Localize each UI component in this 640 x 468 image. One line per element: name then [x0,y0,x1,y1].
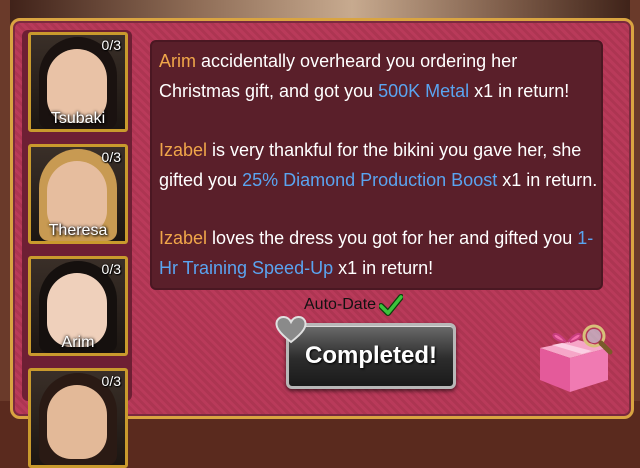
completed-button-label: Completed! [305,342,437,369]
date-count: 0/3 [101,261,121,277]
date-count: 0/3 [101,37,121,53]
message-text: loves the dress you got for her and gift… [207,228,578,248]
girl-name: Arim [159,51,196,71]
girl-name: Theresa [48,222,108,239]
check-icon [379,294,404,316]
heart-icon [275,316,307,344]
reward-item: 500K Metal [378,80,470,101]
background-edge-left [0,0,10,401]
girl-name: Arim [61,334,95,351]
gift-box-icon[interactable] [534,318,614,394]
girl-portrait [47,385,107,459]
completed-button[interactable]: Completed! [286,323,456,389]
girl-name: Tsubaki [50,110,106,127]
girl-name: Izabel [159,228,208,248]
reward-message-1: Arim accidentally overheard you ordering… [159,47,599,106]
reward-message-3: Izabel loves the dress you got for her a… [159,224,599,283]
date-count: 0/3 [101,373,121,389]
girl-card-4[interactable]: 0/3 [28,368,128,468]
girl-name: Izabel [159,140,208,160]
auto-date-label: Auto-Date [304,296,377,313]
reward-message-2: Izabel is very thankful for the bikini y… [159,136,599,195]
girl-card-theresa[interactable]: 0/3 Theresa [28,144,128,244]
girl-card-tsubaki[interactable]: 0/3 Tsubaki [28,32,128,132]
auto-date-toggle[interactable]: Auto-Date [304,294,404,316]
girl-card-arim[interactable]: 0/3 Arim [28,256,128,356]
date-count: 0/3 [101,149,121,165]
message-text: x1 in return. [497,169,598,190]
girl-list[interactable]: 0/3 Tsubaki 0/3 Theresa 0/3 Arim 0/3 [22,30,132,468]
message-text: x1 in return! [469,80,570,101]
message-text: x1 in return! [333,257,434,278]
reward-item: 25% Diamond Production Boost [242,169,498,190]
